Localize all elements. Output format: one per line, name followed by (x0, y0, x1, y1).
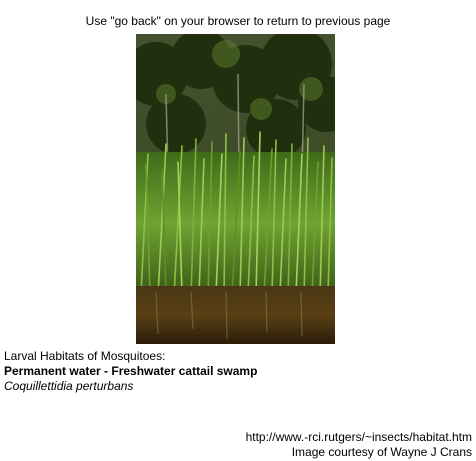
caption-heading: Larval Habitats of Mosquitoes: (4, 349, 166, 363)
cattail-swamp-photo (136, 34, 335, 344)
habitat-caption: Larval Habitats of Mosquitoes: Permanent… (4, 349, 257, 394)
caption-species: Coquillettidia perturbans (4, 379, 134, 393)
image-credit: http://www.-rci.rutgers/~insects/habitat… (246, 430, 472, 460)
photo-water (136, 286, 335, 344)
credit-url: http://www.-rci.rutgers/~insects/habitat… (245, 430, 472, 444)
credit-courtesy: Image courtesy of Wayne J Crans (291, 445, 472, 459)
caption-habitat-type: Permanent water - Freshwater cattail swa… (4, 364, 258, 378)
go-back-instruction: Use "go back" on your browser to return … (85, 14, 391, 28)
